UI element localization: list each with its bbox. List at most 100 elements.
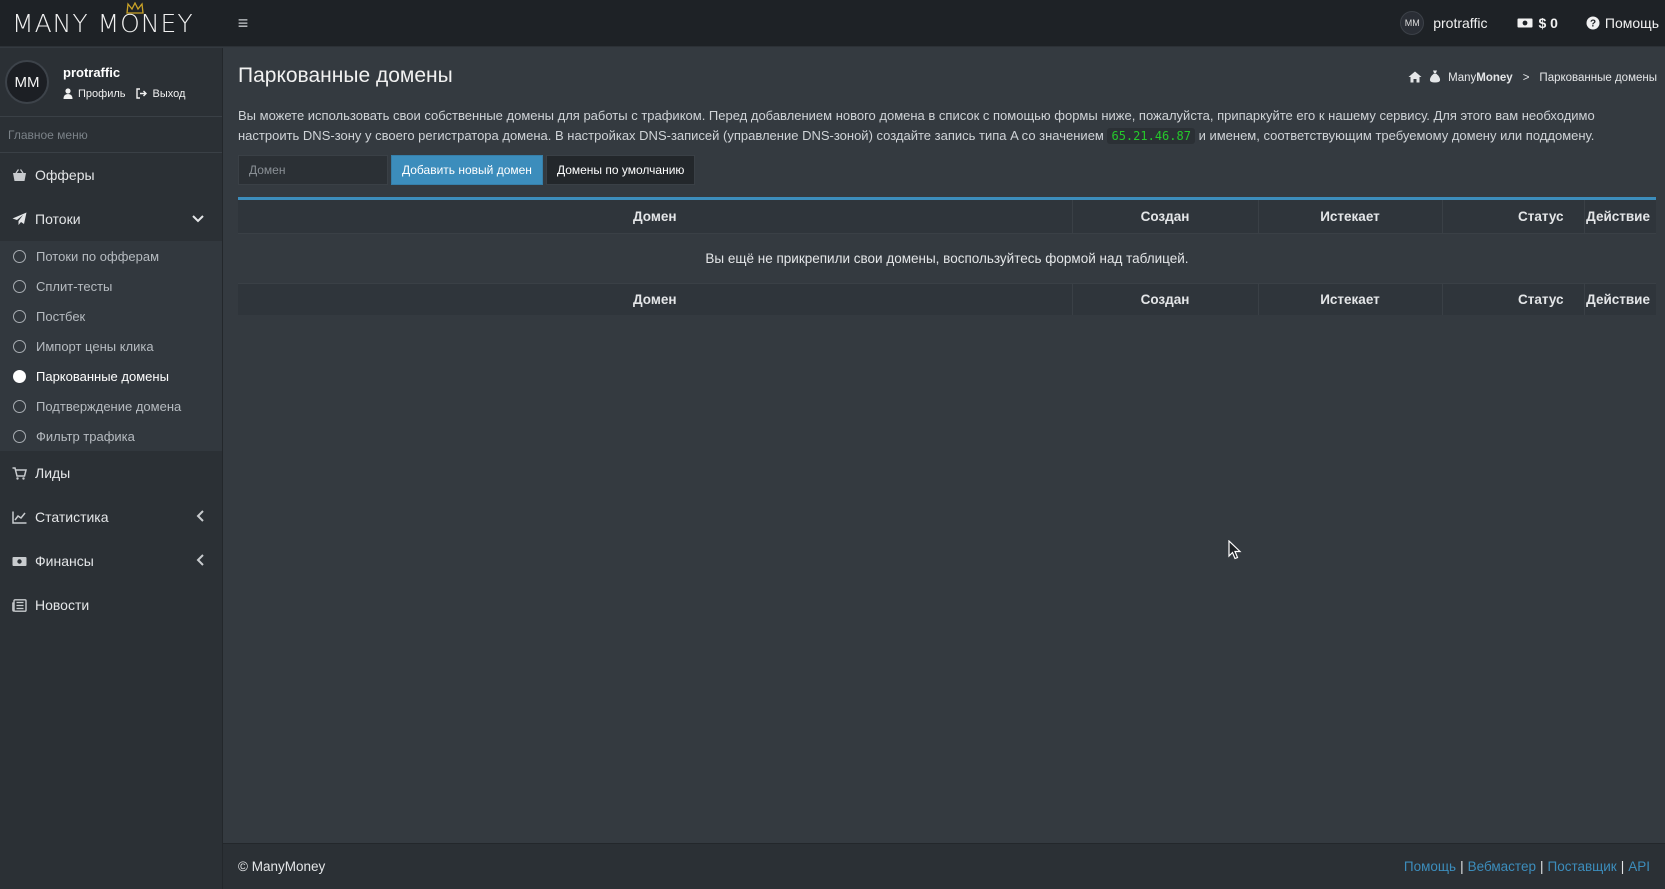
footer-separator: |	[1539, 859, 1544, 874]
user-name: protraffic	[63, 64, 121, 80]
breadcrumb: ManyMoney > Паркованные домены	[1408, 70, 1657, 86]
footer-link-webmaster[interactable]: Вебмастер	[1468, 859, 1536, 874]
paper-plane-icon	[11, 212, 27, 226]
circle-icon	[13, 339, 26, 353]
chevron-left-icon	[196, 509, 204, 525]
intro-part2: и именем, соответствующим требуемому дом…	[1198, 128, 1595, 143]
breadcrumb-current: Паркованные домены	[1539, 72, 1657, 84]
top-navbar: MANY MONEY ≡ MM protraffic $ 0 ? Помощь	[0, 0, 1665, 47]
circle-icon	[13, 399, 26, 413]
sidebar: MM protraffic Профиль Выход Главное меню…	[0, 48, 223, 889]
sidebar-subitem-split-tests[interactable]: Сплит-тесты	[0, 271, 222, 301]
sidebar-subitem-click-price-import[interactable]: Импорт цены клика	[0, 331, 222, 361]
sidebar-subitem-postback[interactable]: Постбек	[0, 301, 222, 331]
balance-value: $ 0	[1538, 15, 1558, 31]
chevron-down-icon	[192, 212, 204, 226]
profile-label: Профиль	[78, 87, 126, 100]
help-menu[interactable]: ? Помощь	[1586, 15, 1659, 31]
chart-icon	[11, 511, 27, 524]
sidebar-item-label: Офферы	[35, 167, 95, 183]
user-name: protraffic	[1433, 15, 1488, 31]
sidebar-item-label: Потоки	[35, 211, 81, 227]
sidebar-item-offers[interactable]: Офферы	[0, 153, 222, 197]
sidebar-item-label: Финансы	[35, 553, 94, 569]
user-menu[interactable]: MM protraffic	[1400, 11, 1487, 35]
circle-icon	[13, 249, 26, 263]
column-footer-domain: Домен	[238, 283, 1073, 315]
sidebar-subitem-label: Постбек	[36, 308, 86, 324]
column-header-domain[interactable]: Домен	[238, 200, 1073, 233]
sidebar-item-flows[interactable]: Потоки	[0, 197, 222, 241]
add-domain-button[interactable]: Добавить новый домен	[391, 155, 543, 185]
sidebar-item-label: Новости	[35, 597, 90, 613]
column-header-expires[interactable]: Истекает	[1258, 200, 1443, 233]
menu-header: Главное меню	[0, 117, 222, 153]
empty-table-message: Вы ещё не прикрепили свои домены, воспол…	[238, 232, 1656, 284]
sidebar-item-label: Лиды	[35, 465, 71, 481]
page-title: Паркованные домены	[238, 64, 453, 87]
domains-table-box: Домен Создан Истекает Статус Действие Вы…	[238, 197, 1656, 315]
circle-filled-icon	[13, 369, 26, 383]
footer-link-help[interactable]: Помощь	[1404, 859, 1456, 874]
breadcrumb-home-prefix: Many	[1448, 72, 1477, 84]
column-footer-action: Действие	[1584, 283, 1656, 315]
mouse-cursor-icon	[1228, 540, 1242, 560]
sidebar-subitem-label: Сплит-тесты	[36, 278, 113, 294]
add-domain-form: Добавить новый домен Домены по умолчанию	[238, 155, 696, 185]
profile-link[interactable]: Профиль	[63, 88, 126, 100]
sidebar-subitem-label: Фильтр трафика	[36, 428, 135, 444]
footer-links: Помощь | Вебмастер | Поставщик | API	[1404, 859, 1650, 874]
help-label: Помощь	[1604, 15, 1659, 31]
sidebar-subitem-domain-verification[interactable]: Подтверждение домена	[0, 391, 222, 421]
table-row: Вы ещё не прикрепили свои домены, воспол…	[238, 232, 1656, 284]
table-footer-row: Домен Создан Истекает Статус Действие	[238, 283, 1656, 315]
money-icon	[11, 556, 27, 567]
footer-link-api[interactable]: API	[1628, 859, 1650, 874]
user-icon	[63, 88, 73, 99]
logout-link[interactable]: Выход	[135, 88, 185, 100]
sidebar-subitem-flows-by-offers[interactable]: Потоки по офферам	[0, 241, 222, 271]
money-bag-icon	[1429, 70, 1441, 86]
circle-icon	[13, 279, 26, 293]
domain-input[interactable]	[238, 155, 388, 185]
sidebar-item-statistics[interactable]: Статистика	[0, 495, 222, 539]
svg-text:?: ?	[1590, 19, 1596, 30]
sidebar-subitem-label: Потоки по офферам	[36, 248, 160, 264]
default-domains-button[interactable]: Домены по умолчанию	[545, 155, 696, 185]
brand-logo[interactable]: MANY MONEY	[0, 0, 223, 47]
footer-link-supplier[interactable]: Поставщик	[1547, 859, 1616, 874]
sidebar-item-leads[interactable]: Лиды	[0, 451, 222, 495]
circle-icon	[13, 429, 26, 443]
newspaper-icon	[11, 598, 27, 612]
page-footer: © ManyMoney Помощь | Вебмастер | Поставщ…	[223, 843, 1665, 889]
money-icon	[1517, 18, 1533, 28]
sidebar-item-finance[interactable]: Финансы	[0, 539, 222, 583]
breadcrumb-home-link[interactable]: ManyMoney	[1448, 72, 1513, 84]
sidebar-item-label: Статистика	[35, 509, 109, 525]
main-content: Паркованные домены ManyMoney > Паркованн…	[223, 48, 1665, 843]
circle-icon	[13, 309, 26, 323]
column-footer-created: Создан	[1072, 283, 1259, 315]
menu-toggle-button[interactable]: ≡	[223, 0, 263, 47]
basket-icon	[11, 168, 27, 182]
sidebar-subitem-traffic-filter[interactable]: Фильтр трафика	[0, 421, 222, 451]
sidebar-subitem-parked-domains[interactable]: Паркованные домены	[0, 361, 222, 391]
flows-submenu: Потоки по офферам Сплит-тесты Постбек Им…	[0, 241, 222, 451]
user-panel: MM protraffic Профиль Выход	[0, 48, 222, 117]
cart-icon	[11, 466, 27, 480]
intro-text: Вы можете использовать свои собственные …	[238, 106, 1653, 146]
column-header-action: Действие	[1584, 200, 1656, 233]
hamburger-icon: ≡	[237, 12, 249, 33]
home-icon[interactable]	[1408, 71, 1422, 86]
breadcrumb-home-bold: Money	[1476, 72, 1513, 84]
column-header-created[interactable]: Создан	[1072, 200, 1259, 233]
brand-name: MANY MONEY	[12, 8, 194, 38]
column-header-status[interactable]: Статус	[1442, 200, 1585, 233]
sidebar-item-news[interactable]: Новости	[0, 583, 222, 627]
table-header-row: Домен Создан Истекает Статус Действие	[238, 200, 1656, 233]
balance-menu[interactable]: $ 0	[1517, 15, 1558, 31]
copyright-text: © ManyMoney	[238, 859, 326, 874]
crown-icon	[126, 1, 144, 14]
sidebar-subitem-label: Подтверждение домена	[36, 398, 182, 414]
avatar[interactable]: MM	[5, 60, 49, 104]
